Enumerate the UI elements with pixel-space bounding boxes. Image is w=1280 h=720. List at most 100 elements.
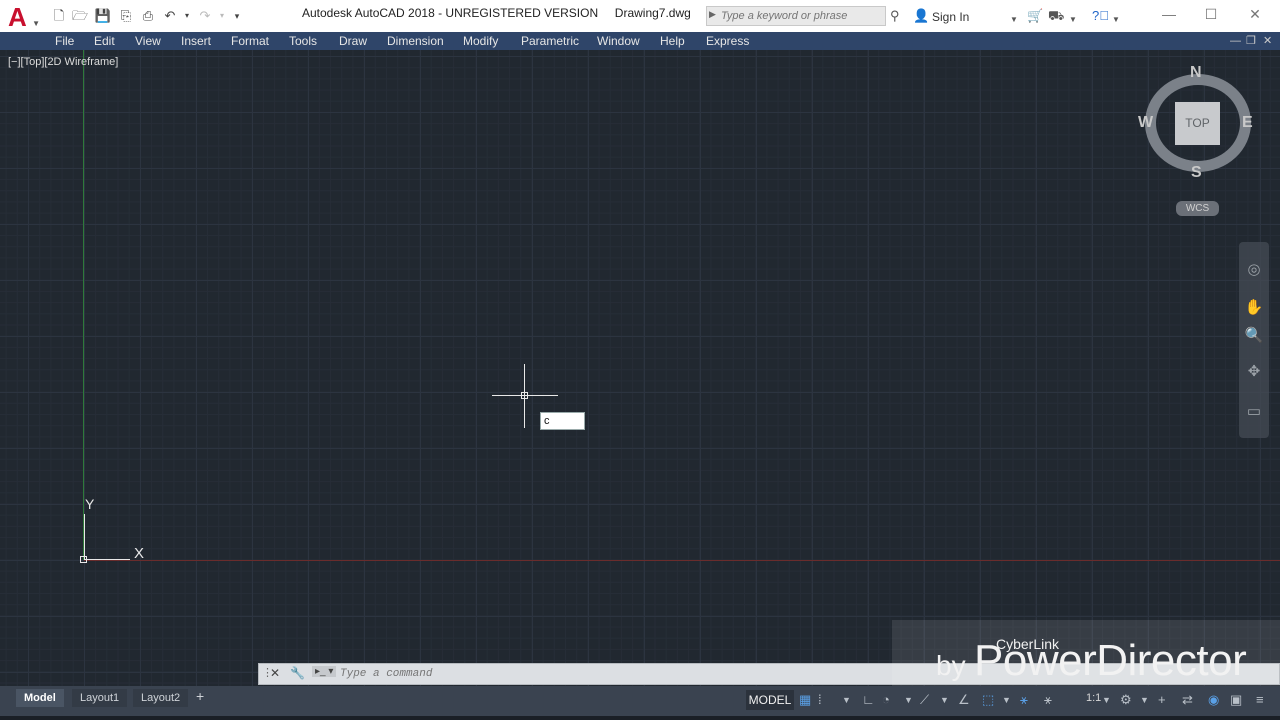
command-input[interactable]	[340, 666, 900, 682]
compass-west[interactable]: W	[1138, 114, 1153, 132]
menu-parametric[interactable]: Parametric	[521, 32, 579, 50]
wcs-menu-button[interactable]: WCS	[1176, 201, 1219, 216]
object-snap-dropdown-icon[interactable]: ▼	[1002, 692, 1011, 708]
application-menu-button[interactable]: A ▼	[2, 2, 40, 32]
compass-east[interactable]: E	[1242, 114, 1253, 132]
exchange-dropdown-icon[interactable]: ▼	[1069, 12, 1077, 28]
drawing-close-icon[interactable]: ✕	[1263, 32, 1272, 50]
pan-hand-icon[interactable]: ✋	[1244, 298, 1264, 318]
menu-draw[interactable]: Draw	[339, 32, 367, 50]
annotation-visibility-icon[interactable]: ⚹	[1020, 692, 1028, 708]
menu-insert[interactable]: Insert	[181, 32, 211, 50]
customize-qat-icon[interactable]: ▾	[228, 8, 246, 24]
steering-wheel-icon[interactable]: ◎	[1244, 260, 1264, 280]
sign-in-dropdown-icon[interactable]: ▼	[1010, 12, 1018, 28]
ucs-y-label: Y	[85, 496, 95, 512]
annotation-scale[interactable]: 1:1	[1086, 692, 1101, 704]
maximize-icon[interactable]: ☐	[1196, 4, 1226, 24]
minimize-icon[interactable]: —	[1154, 4, 1184, 24]
grid-icon[interactable]: ▦	[799, 692, 811, 708]
ucs-x-label: X	[134, 545, 145, 562]
help-search-box[interactable]: ▶	[706, 6, 886, 26]
menu-view[interactable]: View	[135, 32, 161, 50]
ucs-x-arm	[84, 559, 130, 560]
help-icon[interactable]: ?⃝	[1092, 8, 1109, 24]
auto-scale-icon[interactable]: ⚹	[1044, 692, 1052, 708]
ucs-y-arm	[84, 514, 85, 560]
user-icon[interactable]: 👤	[913, 8, 929, 24]
polar-dropdown-icon[interactable]: ▼	[904, 692, 913, 708]
save-icon[interactable]: 💾	[94, 8, 112, 24]
taskbar-strip	[0, 716, 1280, 720]
isodraft-dropdown-icon[interactable]: ▼	[940, 692, 949, 708]
menu-file[interactable]: File	[55, 32, 74, 50]
tab-layout2[interactable]: Layout2	[133, 689, 189, 707]
menu-window[interactable]: Window	[597, 32, 640, 50]
command-line-close-icon[interactable]: ✕	[270, 666, 280, 680]
open-file-icon[interactable]: 🗁	[71, 8, 89, 24]
viewport-controls-label[interactable]: [−][Top][2D Wireframe]	[8, 56, 118, 68]
annotation-monitor-icon[interactable]: +	[1158, 692, 1166, 708]
object-snap-tracking-icon[interactable]: ∠	[958, 692, 970, 708]
scale-dropdown-icon[interactable]: ▼	[1102, 692, 1111, 708]
tab-layout1[interactable]: Layout1	[72, 689, 128, 707]
undo-dropdown-icon[interactable]: ▾	[178, 8, 196, 24]
undo-icon[interactable]: ↶	[161, 8, 179, 24]
zoom-extents-icon[interactable]: 🔍	[1244, 326, 1264, 346]
watermark-by: by	[936, 650, 966, 681]
snap-icon[interactable]: ⁞	[818, 692, 822, 708]
customization-icon[interactable]: ≡	[1256, 692, 1264, 708]
isodraft-icon[interactable]: ⟋	[920, 692, 929, 708]
ucs-origin-icon[interactable]	[80, 556, 87, 563]
customize-wrench-icon[interactable]: 🔧	[290, 666, 305, 680]
save-as-icon[interactable]: ⎘	[117, 8, 135, 24]
new-file-icon[interactable]: 🗋	[50, 8, 68, 24]
menu-express[interactable]: Express	[706, 32, 749, 50]
drawing-restore-icon[interactable]: ❐	[1246, 32, 1256, 50]
object-snap-icon[interactable]: ⬚	[982, 692, 994, 708]
drawing-minimize-icon[interactable]: —	[1230, 32, 1241, 50]
drawing-viewport[interactable]	[0, 50, 1280, 686]
menu-dimension[interactable]: Dimension	[387, 32, 444, 50]
chevron-down-icon: ▼	[32, 19, 40, 28]
plot-icon[interactable]: ⎙	[139, 8, 157, 24]
snap-dropdown-icon[interactable]: ▼	[842, 692, 851, 708]
menu-tools[interactable]: Tools	[289, 32, 317, 50]
compass-north[interactable]: N	[1190, 64, 1202, 82]
redo-icon[interactable]: ↷	[196, 8, 214, 24]
close-icon[interactable]: ✕	[1240, 4, 1270, 24]
dynamic-input-field[interactable]: c	[540, 412, 585, 430]
help-dropdown-icon[interactable]: ▼	[1112, 12, 1120, 28]
window-title: Autodesk AutoCAD 2018 - UNREGISTERED VER…	[302, 6, 691, 20]
x-axis-grid-line	[84, 560, 1280, 561]
menu-help[interactable]: Help	[660, 32, 685, 50]
add-layout-button[interactable]: +	[196, 688, 204, 704]
y-axis-grid-line	[83, 50, 84, 560]
viewcube-top-face[interactable]: TOP	[1175, 102, 1220, 145]
exchange-apps-icon[interactable]: ⛟	[1048, 8, 1064, 24]
tab-model[interactable]: Model	[16, 689, 64, 707]
autocad-logo-icon: A	[8, 2, 27, 32]
workspace-gear-icon[interactable]: ⚙	[1120, 692, 1132, 708]
recent-commands-icon[interactable]: ▸_ ▾	[312, 666, 337, 677]
ortho-icon[interactable]: ∟	[862, 692, 875, 708]
help-search-input[interactable]	[721, 8, 881, 24]
orbit-icon[interactable]: ✥	[1244, 362, 1264, 382]
binoculars-icon[interactable]: ⚲	[890, 8, 900, 24]
clean-screen-icon[interactable]: ▣	[1230, 692, 1242, 708]
showmotion-icon[interactable]: ▭	[1244, 402, 1264, 422]
expand-arrow-icon[interactable]: ▶	[709, 9, 716, 20]
model-space-toggle[interactable]: MODEL	[746, 690, 794, 710]
menu-edit[interactable]: Edit	[94, 32, 115, 50]
cart-icon[interactable]: 🛒	[1027, 8, 1043, 24]
polar-icon[interactable]: ◔	[882, 692, 890, 708]
crosshair-pickbox	[521, 392, 528, 399]
compass-south[interactable]: S	[1191, 164, 1202, 182]
menu-modify[interactable]: Modify	[463, 32, 498, 50]
workspace-dropdown-icon[interactable]: ▼	[1140, 692, 1149, 708]
menu-format[interactable]: Format	[231, 32, 269, 50]
watermark-powerdirector: PowerDirector	[974, 636, 1247, 685]
sign-in-link[interactable]: Sign In	[932, 10, 969, 24]
hardware-acceleration-icon[interactable]: ◉	[1208, 692, 1219, 708]
units-icon[interactable]: ⇄	[1182, 692, 1193, 708]
